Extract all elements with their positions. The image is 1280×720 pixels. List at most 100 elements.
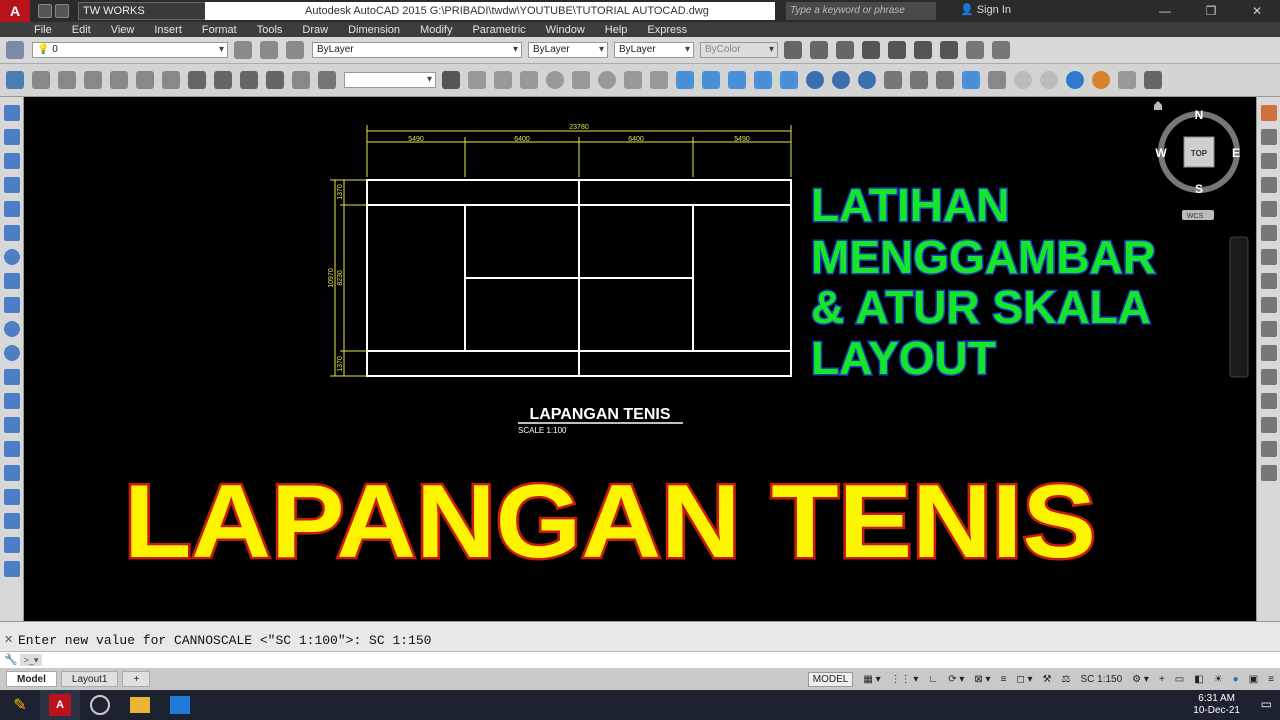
region-icon[interactable]	[4, 489, 20, 505]
move3d-icon[interactable]	[884, 71, 902, 89]
sweep-icon[interactable]	[728, 71, 746, 89]
system-clock[interactable]: 6:31 AM 10-Dec-21	[1193, 693, 1240, 717]
view-select[interactable]	[344, 72, 436, 88]
menu-dimension[interactable]: Dimension	[348, 24, 400, 36]
make-block-icon[interactable]	[4, 393, 20, 409]
view-right-icon[interactable]	[266, 71, 284, 89]
tab-model[interactable]: Model	[6, 671, 57, 687]
subtract-icon[interactable]	[832, 71, 850, 89]
units-icon[interactable]: ▭	[1175, 674, 1184, 685]
tab-layout1[interactable]: Layout1	[60, 671, 119, 687]
chamfer-icon[interactable]	[1261, 417, 1277, 433]
fillet-icon[interactable]	[1261, 441, 1277, 457]
new-icon[interactable]	[38, 4, 52, 18]
menu-help[interactable]: Help	[605, 24, 628, 36]
gradient-icon[interactable]	[4, 465, 20, 481]
color-select[interactable]: ByLayer	[312, 42, 522, 58]
lineweight-icon[interactable]: ≡	[1001, 674, 1007, 685]
erase-icon[interactable]	[1261, 105, 1277, 121]
planar-surface-icon[interactable]	[650, 71, 668, 89]
menu-express[interactable]: Express	[647, 24, 687, 36]
union-icon[interactable]	[806, 71, 824, 89]
break-icon[interactable]	[1261, 369, 1277, 385]
mirror-icon[interactable]	[1261, 153, 1277, 169]
lineweight-select[interactable]: ByLayer	[614, 42, 694, 58]
view-left-icon[interactable]	[240, 71, 258, 89]
polyline-icon[interactable]	[4, 153, 20, 169]
notification-icon[interactable]: ▭	[1261, 697, 1272, 711]
search-input[interactable]: Type a keyword or phrase	[786, 2, 936, 20]
cone-icon[interactable]	[520, 71, 538, 89]
text-style-icon[interactable]	[966, 41, 984, 59]
view-back-icon[interactable]	[214, 71, 232, 89]
navigation-bar[interactable]	[1229, 236, 1249, 378]
table-icon[interactable]	[4, 513, 20, 529]
menu-edit[interactable]: Edit	[72, 24, 91, 36]
rotate3d-icon[interactable]	[910, 71, 928, 89]
spline-icon[interactable]	[4, 297, 20, 313]
orbit-icon[interactable]	[810, 41, 828, 59]
viewcube[interactable]: TOP N S E W WCS	[1154, 101, 1240, 220]
hand-pan-icon[interactable]	[1144, 71, 1162, 89]
copy-icon[interactable]	[1261, 129, 1277, 145]
annotation-scale[interactable]: SC 1:150	[1080, 674, 1122, 685]
trim-icon[interactable]	[1261, 321, 1277, 337]
layer-properties-icon[interactable]	[6, 41, 24, 59]
rectangle-icon[interactable]	[4, 201, 20, 217]
visual-style-icon[interactable]	[988, 71, 1006, 89]
customize-icon[interactable]: ≡	[1268, 674, 1274, 685]
menu-parametric[interactable]: Parametric	[472, 24, 525, 36]
autoscale-icon[interactable]: ⚖	[1062, 674, 1071, 685]
camera-icon[interactable]	[292, 71, 310, 89]
annotation-monitor-icon[interactable]: +	[1159, 674, 1165, 685]
view-front-icon[interactable]	[188, 71, 206, 89]
autocad-taskbar-icon[interactable]: A	[40, 690, 80, 720]
wrench-icon[interactable]: 🔧	[4, 653, 18, 666]
clean-screen-icon[interactable]: ▣	[1249, 674, 1258, 685]
file-explorer-icon[interactable]	[120, 690, 160, 720]
line-icon[interactable]	[4, 105, 20, 121]
box5-icon[interactable]	[136, 71, 154, 89]
move-icon[interactable]	[1261, 225, 1277, 241]
align3d-icon[interactable]	[936, 71, 954, 89]
minimize-button[interactable]: —	[1142, 0, 1188, 22]
offset-icon[interactable]	[1261, 177, 1277, 193]
presspull-icon[interactable]	[702, 71, 720, 89]
workspace-switch-icon[interactable]: ⚙ ▾	[1132, 674, 1149, 685]
menu-window[interactable]: Window	[546, 24, 585, 36]
space-toggle[interactable]: MODEL	[807, 671, 854, 687]
ellipse-arc-icon[interactable]	[4, 345, 20, 361]
isolate-icon[interactable]: ☀	[1214, 674, 1223, 685]
render-icon[interactable]	[1118, 71, 1136, 89]
match-layer-icon[interactable]	[260, 41, 278, 59]
free-orbit-icon[interactable]	[836, 41, 854, 59]
polysolid-icon[interactable]	[442, 71, 460, 89]
grid-icon[interactable]: ▦ ▾	[863, 674, 880, 685]
ucs-icon[interactable]	[6, 71, 24, 89]
revcloud-icon[interactable]	[4, 273, 20, 289]
command-input[interactable]: 🔧 >_▾	[0, 651, 1280, 668]
menu-view[interactable]: View	[111, 24, 135, 36]
layer-select[interactable]: 💡 0	[32, 42, 228, 58]
osnap-icon[interactable]: ⊠ ▾	[974, 674, 990, 685]
polygon-icon[interactable]	[4, 177, 20, 193]
menu-modify[interactable]: Modify	[420, 24, 452, 36]
pyramid-icon[interactable]	[624, 71, 642, 89]
add-selected-icon[interactable]	[4, 561, 20, 577]
hatch-icon[interactable]	[4, 441, 20, 457]
menu-file[interactable]: File	[34, 24, 52, 36]
obs-icon[interactable]	[80, 690, 120, 720]
annotative-icon[interactable]	[992, 41, 1010, 59]
extend-icon[interactable]	[1261, 345, 1277, 361]
pen-app-icon[interactable]: ✎	[0, 690, 40, 720]
stretch-icon[interactable]	[1261, 297, 1277, 313]
box3-icon[interactable]	[84, 71, 102, 89]
home-icon[interactable]	[1154, 101, 1162, 110]
box4-icon[interactable]	[110, 71, 128, 89]
snap-icon[interactable]: ⋮⋮ ▾	[891, 674, 919, 685]
signin-button[interactable]: 👤 Sign In	[960, 3, 1011, 16]
command-prompt-icon[interactable]: >_▾	[20, 654, 42, 666]
wedge-icon[interactable]	[494, 71, 512, 89]
hidden-icon[interactable]	[1040, 71, 1058, 89]
viewports-icon[interactable]	[888, 41, 906, 59]
